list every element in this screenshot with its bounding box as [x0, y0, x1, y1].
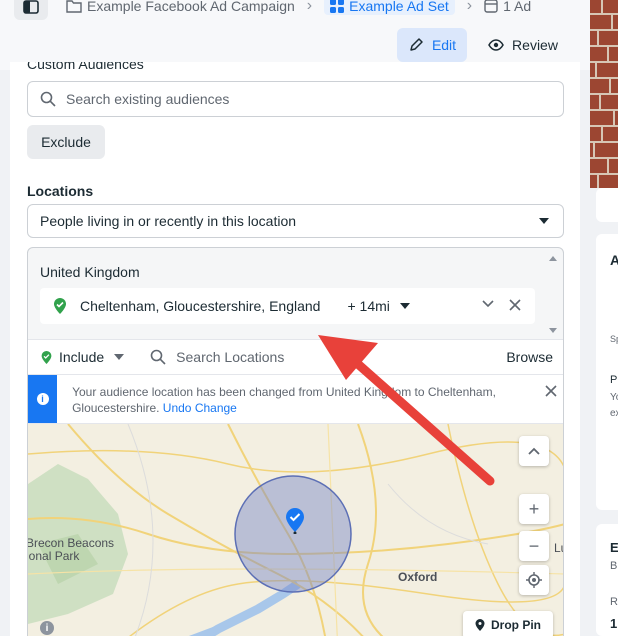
scroll-down-icon[interactable]: [549, 328, 557, 333]
recenter-button[interactable]: [519, 565, 549, 595]
right-card-top: [596, 188, 618, 222]
selected-location-name: Cheltenham, Gloucestershire, England: [80, 298, 321, 314]
map-label-park: ional Park: [28, 549, 80, 563]
selected-location-pill[interactable]: Cheltenham, Gloucestershire, England + 1…: [40, 288, 535, 324]
right-card-audience: A Sp P Yo ex: [596, 234, 618, 510]
location-search-bar: Include Search Locations Browse: [28, 339, 563, 374]
exclude-button[interactable]: Exclude: [27, 125, 105, 159]
chevron-up-icon: [528, 447, 540, 455]
zoom-in-button[interactable]: +: [519, 494, 549, 524]
right-card-fragment-ex: ex: [610, 408, 618, 419]
breadcrumb-ad[interactable]: 1 Ad: [484, 0, 531, 14]
edit-button[interactable]: Edit: [397, 28, 467, 62]
chevron-right-icon: ›: [306, 0, 313, 14]
remove-location-close-icon[interactable]: [508, 298, 522, 312]
custom-audiences-heading: Custom Audiences: [27, 62, 144, 72]
notice-accent: i: [28, 375, 58, 423]
radius-value[interactable]: + 14mi: [347, 298, 389, 314]
map-label-brecon: Brecon Beacons: [28, 536, 115, 550]
top-bar: Example Facebook Ad Campaign › Example A…: [0, 0, 590, 70]
review-button[interactable]: Review: [478, 28, 568, 62]
breadcrumb-campaign[interactable]: Example Facebook Ad Campaign: [66, 0, 295, 14]
location-type-value: People living in or recently in this loc…: [40, 213, 297, 229]
location-map[interactable]: Brecon Beacons ional Park Oxford Lu + − …: [28, 424, 563, 636]
preview-image: [590, 0, 618, 188]
eye-icon: [488, 39, 504, 51]
right-card-bottom: E B R 1: [596, 524, 618, 636]
locations-heading: Locations: [27, 183, 94, 199]
map-info-icon[interactable]: i: [40, 621, 54, 635]
right-card-fragment-1: 1: [610, 616, 618, 631]
right-sidebar: A Sp P Yo ex E B R 1: [590, 0, 618, 636]
right-card-fragment-r: R: [610, 596, 618, 608]
search-icon: [150, 349, 166, 365]
ad-set-editor-panel: Custom Audiences Search existing audienc…: [10, 62, 580, 636]
map-collapse-button[interactable]: [519, 436, 549, 466]
pencil-icon: [410, 38, 423, 51]
country-group-label: United Kingdom: [40, 264, 140, 280]
include-dropdown[interactable]: Include: [40, 349, 125, 365]
undo-change-link[interactable]: Undo Change: [163, 401, 237, 415]
folder-icon: [66, 0, 82, 13]
close-icon[interactable]: [545, 385, 557, 397]
info-icon: i: [36, 393, 49, 405]
exclude-button-label: Exclude: [41, 134, 91, 150]
right-card-fragment-y: Yo: [610, 392, 618, 403]
notice-text: Your audience location has been changed …: [72, 385, 496, 415]
right-card-fragment-sp: Sp: [610, 334, 618, 344]
pin-icon: [475, 618, 485, 631]
search-locations-input[interactable]: Search Locations: [150, 349, 284, 365]
right-card-title-fragment: A: [610, 252, 618, 268]
search-locations-placeholder: Search Locations: [176, 349, 285, 365]
map-pin-icon: [286, 508, 304, 534]
review-button-label: Review: [512, 37, 558, 53]
breadcrumb-ad-set[interactable]: Example Ad Set: [324, 0, 455, 15]
radius-caret-icon[interactable]: [399, 303, 410, 309]
target-icon: [526, 572, 542, 588]
breadcrumb-ad-set-label: Example Ad Set: [349, 0, 449, 14]
breadcrumb-ad-label: 1 Ad: [503, 0, 532, 14]
caret-down-icon: [114, 354, 125, 360]
sidebar-icon: [23, 0, 39, 14]
audience-search-input[interactable]: Search existing audiences: [27, 81, 564, 117]
include-label: Include: [59, 349, 105, 365]
browse-link[interactable]: Browse: [506, 349, 553, 365]
caret-down-icon: [539, 218, 549, 224]
grid-icon: [330, 0, 345, 13]
zoom-out-button[interactable]: −: [519, 531, 549, 561]
location-changed-notice: i Your audience location has been change…: [28, 374, 563, 424]
ad-icon: [484, 0, 498, 13]
edit-button-label: Edit: [431, 37, 457, 53]
location-picker: United Kingdom Cheltenham, Gloucestershi…: [27, 247, 564, 636]
location-pin-check-icon: [41, 350, 52, 364]
notice-message: Your audience location has been changed …: [57, 375, 563, 423]
location-type-dropdown[interactable]: People living in or recently in this loc…: [27, 204, 564, 238]
drop-pin-button[interactable]: Drop Pin: [463, 611, 553, 636]
breadcrumb-campaign-label: Example Facebook Ad Campaign: [87, 0, 295, 14]
drop-pin-label: Drop Pin: [491, 618, 541, 632]
map-label-edge: Lu: [554, 541, 563, 555]
radius-circle: [234, 475, 352, 593]
audience-search-placeholder: Search existing audiences: [66, 91, 230, 107]
chevron-down-icon[interactable]: [482, 299, 494, 309]
sidebar-toggle-button[interactable]: [14, 0, 48, 20]
right-card-fragment-b: B: [610, 560, 618, 572]
location-pin-check-icon: [54, 298, 66, 314]
breadcrumb: Example Facebook Ad Campaign › Example A…: [66, 0, 531, 15]
right-card-fragment-e: E: [610, 540, 618, 555]
chevron-right-icon: ›: [466, 0, 473, 14]
right-card-fragment-p: P: [610, 374, 618, 386]
brick-wall-image: [590, 0, 618, 188]
scroll-up-icon[interactable]: [549, 256, 557, 261]
search-icon: [40, 91, 56, 107]
map-label-oxford: Oxford: [398, 570, 438, 584]
